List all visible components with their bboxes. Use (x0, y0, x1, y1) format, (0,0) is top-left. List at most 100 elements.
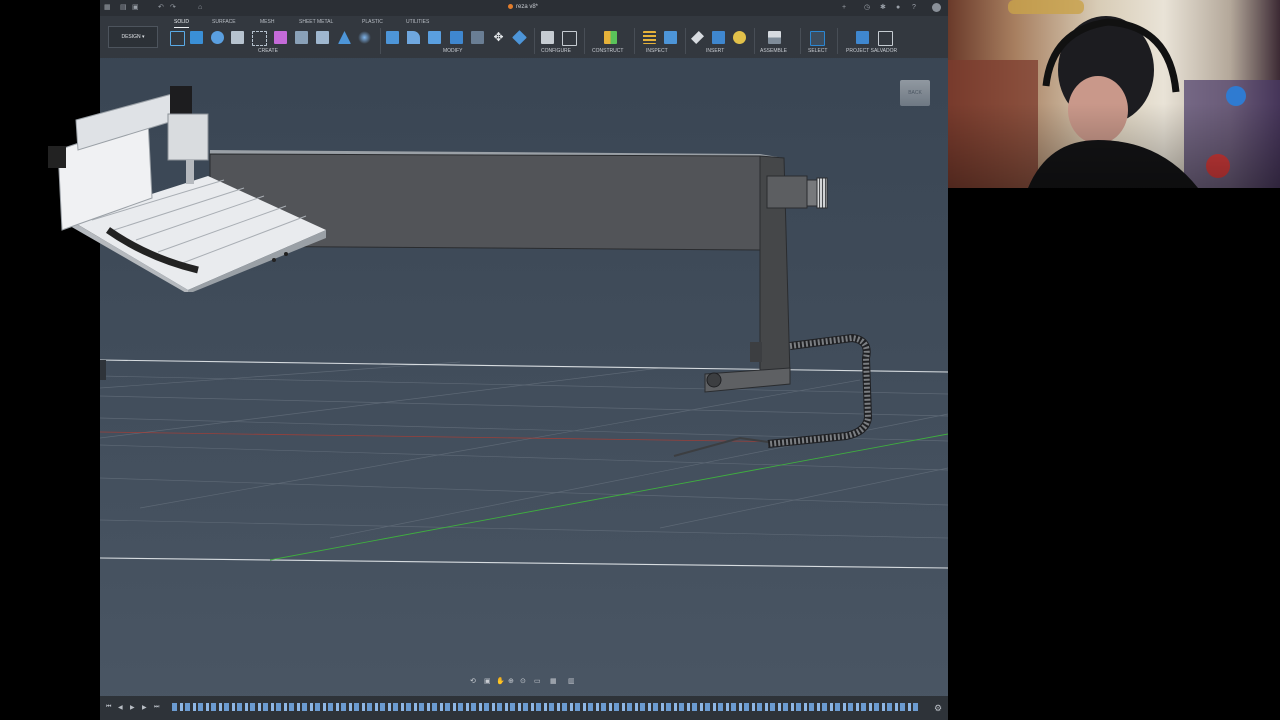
history-icon[interactable]: ◷ (864, 4, 871, 11)
browser-collapse-tab[interactable] (100, 360, 106, 380)
cnc-spindle-motor (170, 86, 192, 114)
tab-solid[interactable]: SOLID (174, 19, 190, 28)
insert-mesh-icon[interactable] (712, 31, 725, 44)
save-icon[interactable]: ▣ (132, 4, 139, 11)
new-component-icon[interactable] (170, 31, 185, 46)
timeline-start-icon[interactable]: ⏮ (106, 704, 111, 711)
configure-grid-icon[interactable] (562, 31, 577, 46)
divider (800, 28, 801, 54)
document-title: reza v8* (508, 4, 538, 10)
pyramid-icon[interactable] (338, 31, 351, 44)
title-bar: ▦ ▤ ▣ ↶ ↷ ⌂ reza v8* + ◷ ✱ ● ? (100, 0, 948, 16)
combine-icon[interactable] (471, 31, 484, 44)
viewports-icon[interactable]: ▥ (568, 677, 575, 685)
chamfer-icon[interactable] (428, 31, 441, 44)
webcam-vignette (948, 0, 1280, 188)
timeline-next-icon[interactable]: ▶ (142, 704, 147, 711)
group-label-project-salvador[interactable]: PROJECT SALVADOR (846, 48, 897, 54)
group-label-assemble[interactable]: ASSEMBLE (760, 48, 787, 54)
scale-icon[interactable] (512, 30, 527, 45)
extrude-icon[interactable] (211, 31, 224, 44)
add-tab-icon[interactable]: + (842, 4, 849, 11)
timeline-play-icon[interactable]: ▶ (130, 704, 135, 711)
divider (685, 28, 686, 54)
divider (534, 28, 535, 54)
sweep-icon[interactable] (252, 31, 267, 46)
fillet-icon[interactable] (407, 31, 420, 44)
revolve-icon[interactable] (231, 31, 244, 44)
offset-plane-icon[interactable] (604, 31, 617, 44)
timeline-feature-track[interactable] (172, 703, 918, 711)
redo-icon[interactable]: ↷ (170, 4, 177, 11)
motor-mount (766, 175, 808, 209)
display-settings-icon[interactable]: ▭ (534, 677, 541, 685)
ribbon-toolbar: DESIGN ▾ SOLID SURFACE MESH SHEET METAL … (100, 16, 948, 58)
view-cube[interactable]: BACK (900, 80, 930, 106)
group-label-construct[interactable]: CONSTRUCT (592, 48, 623, 54)
timeline-settings-icon[interactable]: ⚙ (934, 703, 942, 714)
tab-sheet-metal[interactable]: SHEET METAL (299, 19, 333, 25)
divider (837, 28, 838, 54)
select-arrow-icon[interactable] (810, 31, 825, 46)
x-axis-line (100, 431, 801, 443)
account-avatar-icon[interactable] (932, 3, 941, 12)
web-icon[interactable] (316, 31, 329, 44)
group-label-create[interactable]: CREATE (258, 48, 278, 54)
timeline: ⏮ ◀ ▶ ▶ ⏭ ⚙ (100, 696, 948, 720)
joint-icon[interactable] (768, 31, 781, 44)
move-icon[interactable]: ✥ (492, 31, 505, 44)
section-analysis-icon[interactable] (664, 31, 677, 44)
rib-icon[interactable] (295, 31, 308, 44)
insert-mcmaster-icon[interactable] (733, 31, 746, 44)
look-at-icon[interactable]: ▣ (484, 677, 491, 685)
group-label-modify[interactable]: MODIFY (443, 48, 462, 54)
help-icon[interactable]: ? (912, 4, 919, 11)
timeline-end-icon[interactable]: ⏭ (154, 704, 159, 711)
group-label-inspect[interactable]: INSPECT (646, 48, 668, 54)
orbit-icon[interactable]: ⟲ (470, 677, 476, 685)
tab-mesh[interactable]: MESH (260, 19, 274, 25)
pan-icon[interactable]: ✋ (496, 677, 505, 685)
configure-table-icon[interactable] (541, 31, 554, 44)
group-label-select[interactable]: SELECT (808, 48, 827, 54)
tab-plastic[interactable]: PLASTIC (362, 19, 383, 25)
timeline-prev-icon[interactable]: ◀ (118, 704, 123, 711)
fit-icon[interactable]: ⊙ (520, 677, 526, 685)
pattern-icon[interactable] (358, 31, 371, 44)
ground-grid (100, 361, 948, 539)
group-label-configure[interactable]: CONFIGURE (541, 48, 571, 54)
pulley (816, 177, 828, 209)
measure-icon[interactable] (643, 31, 656, 44)
extensions-icon[interactable]: ✱ (880, 4, 887, 11)
home-icon[interactable]: ⌂ (198, 4, 205, 11)
press-pull-icon[interactable] (386, 31, 399, 44)
notifications-icon[interactable]: ● (896, 4, 903, 11)
undo-icon[interactable]: ↶ (158, 4, 165, 11)
file-icon[interactable]: ▤ (120, 4, 127, 11)
bracket (750, 342, 762, 362)
grid-major-line (100, 359, 948, 373)
insert-derive-icon[interactable] (691, 31, 704, 44)
loft-icon[interactable] (274, 31, 287, 44)
tab-utilities[interactable]: UTILITIES (406, 19, 429, 25)
cnc-bolt (272, 258, 276, 262)
divider (380, 28, 381, 54)
project-salvador-export-icon[interactable] (878, 31, 893, 46)
group-label-insert[interactable]: INSERT (706, 48, 724, 54)
app-grid-icon[interactable]: ▦ (104, 4, 111, 11)
project-salvador-add-icon[interactable] (856, 31, 869, 44)
webcam-feed (948, 0, 1280, 188)
bearing (706, 372, 722, 388)
zoom-icon[interactable]: ⊕ (508, 677, 514, 685)
workspace-switcher[interactable]: DESIGN ▾ (108, 26, 158, 48)
shell-icon[interactable] (450, 31, 463, 44)
divider (584, 28, 585, 54)
tab-surface[interactable]: SURFACE (212, 19, 236, 25)
create-sketch-icon[interactable] (190, 31, 203, 44)
cnc-spindle (186, 160, 194, 184)
divider (634, 28, 635, 54)
cnc-z-axis (167, 113, 209, 161)
grid-settings-icon[interactable]: ▦ (550, 677, 557, 685)
cnc-reference-image (48, 86, 326, 292)
navigation-bar: ⟲ ▣ ✋ ⊕ ⊙ ▭ ▦ ▥ (470, 677, 580, 687)
